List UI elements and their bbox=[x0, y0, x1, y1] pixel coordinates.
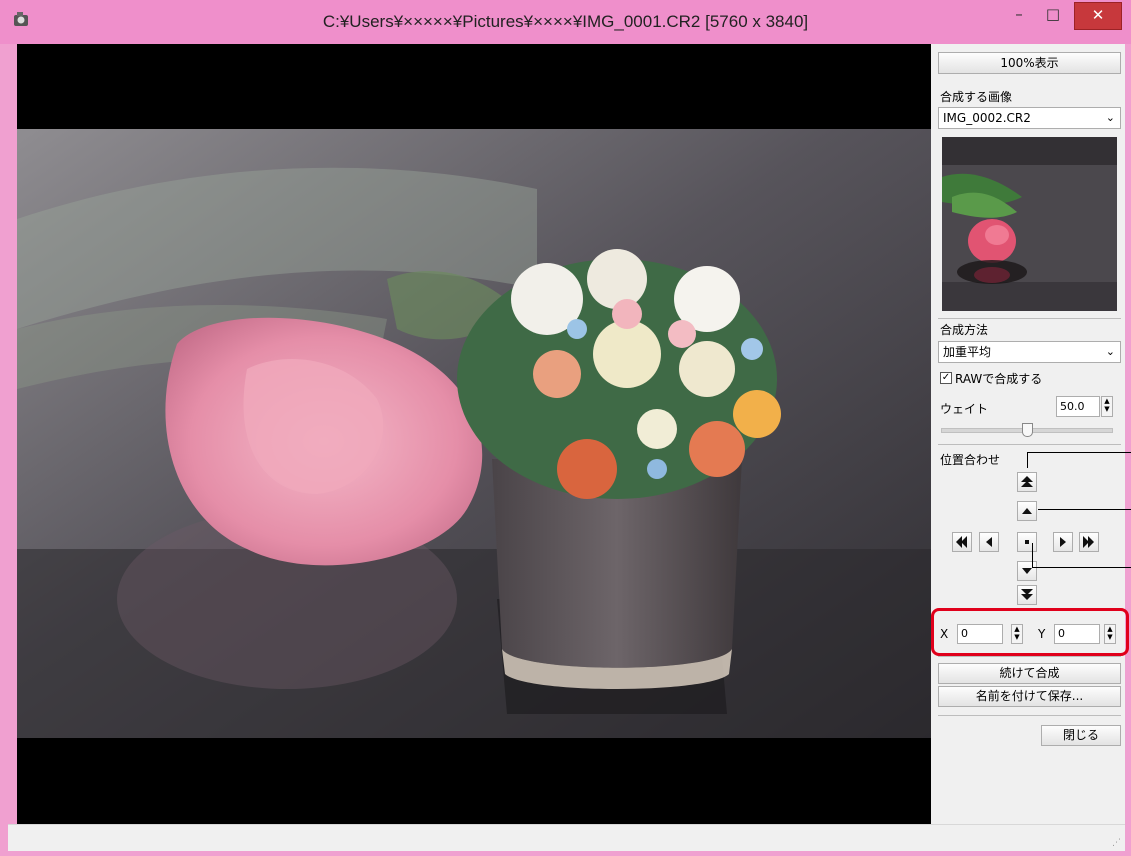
move-up-button[interactable] bbox=[1017, 501, 1037, 521]
callout-line bbox=[1032, 543, 1033, 567]
move-right-fast-button[interactable] bbox=[1079, 532, 1099, 552]
separator bbox=[938, 318, 1121, 319]
combine-image-label: 合成する画像 bbox=[940, 90, 1013, 104]
chevron-down-icon: ⌄ bbox=[1105, 111, 1115, 124]
combine-image-select[interactable]: IMG_0002.CR2 ⌄ bbox=[938, 107, 1121, 129]
app-window: C:¥Users¥×××××¥Pictures¥××××¥IMG_0001.CR… bbox=[0, 0, 1131, 856]
method-select[interactable]: 加重平均 ⌄ bbox=[938, 341, 1121, 363]
composite-photo bbox=[17, 129, 931, 738]
up-arrow-icon bbox=[1022, 508, 1032, 514]
raw-checkbox[interactable]: ✓ bbox=[940, 372, 952, 384]
double-left-arrow-icon bbox=[956, 536, 967, 548]
image-preview-area[interactable] bbox=[17, 44, 931, 824]
method-label: 合成方法 bbox=[940, 323, 989, 337]
status-bar: ⋰ bbox=[8, 824, 1125, 851]
double-up-arrow-icon bbox=[1021, 476, 1033, 487]
minimize-button[interactable]: – bbox=[1004, 2, 1034, 28]
left-arrow-icon bbox=[986, 537, 992, 547]
compose-panel: 100%表示 合成する画像 IMG_0002.CR2 ⌄ 合成方法 加重平均 ⌄… bbox=[931, 44, 1125, 824]
save-as-button[interactable]: 名前を付けて保存... bbox=[938, 686, 1121, 707]
move-up-fast-button[interactable] bbox=[1017, 472, 1037, 492]
method-value: 加重平均 bbox=[943, 345, 992, 359]
weight-input[interactable]: 50.0 bbox=[1056, 396, 1100, 417]
move-left-fast-button[interactable] bbox=[952, 532, 972, 552]
callout-line bbox=[1027, 452, 1131, 453]
combine-image-thumbnail bbox=[942, 137, 1117, 311]
combine-image-value: IMG_0002.CR2 bbox=[943, 111, 1031, 125]
double-down-arrow-icon bbox=[1021, 589, 1033, 600]
separator bbox=[938, 656, 1121, 657]
continue-combine-button[interactable]: 続けて合成 bbox=[938, 663, 1121, 684]
callout-line bbox=[1027, 452, 1028, 468]
weight-slider-thumb[interactable] bbox=[1022, 423, 1033, 437]
reset-position-button[interactable] bbox=[1017, 532, 1037, 552]
raw-checkbox-label: RAWで合成する bbox=[955, 372, 1043, 386]
xy-highlight-box bbox=[931, 608, 1129, 656]
weight-spinner[interactable]: ▲ ▼ bbox=[1101, 396, 1113, 417]
window-title: C:¥Users¥×××××¥Pictures¥××××¥IMG_0001.CR… bbox=[322, 12, 809, 31]
right-arrow-icon bbox=[1060, 537, 1066, 547]
move-down-button[interactable] bbox=[1017, 561, 1037, 581]
separator bbox=[938, 715, 1121, 716]
move-down-fast-button[interactable] bbox=[1017, 585, 1037, 605]
close-window-button[interactable]: ✕ bbox=[1074, 2, 1122, 30]
move-right-button[interactable] bbox=[1053, 532, 1073, 552]
callout-line bbox=[1038, 509, 1131, 510]
double-right-arrow-icon bbox=[1083, 536, 1094, 548]
close-button[interactable]: 閉じる bbox=[1041, 725, 1121, 746]
spinner-arrows-icon: ▲ ▼ bbox=[1104, 397, 1110, 413]
callout-line bbox=[1032, 567, 1131, 568]
separator bbox=[938, 444, 1121, 445]
chevron-down-icon: ⌄ bbox=[1105, 345, 1115, 358]
move-left-button[interactable] bbox=[979, 532, 999, 552]
title-bar[interactable]: C:¥Users¥×××××¥Pictures¥××××¥IMG_0001.CR… bbox=[0, 0, 1131, 44]
view-100-button[interactable]: 100%表示 bbox=[938, 52, 1121, 74]
alignment-label: 位置合わせ bbox=[940, 453, 1001, 467]
resize-grip-icon[interactable]: ⋰ bbox=[1112, 838, 1121, 848]
thumbnail-photo bbox=[942, 137, 1117, 311]
maximize-button[interactable]: □ bbox=[1038, 2, 1068, 28]
weight-label: ウェイト bbox=[940, 402, 989, 416]
